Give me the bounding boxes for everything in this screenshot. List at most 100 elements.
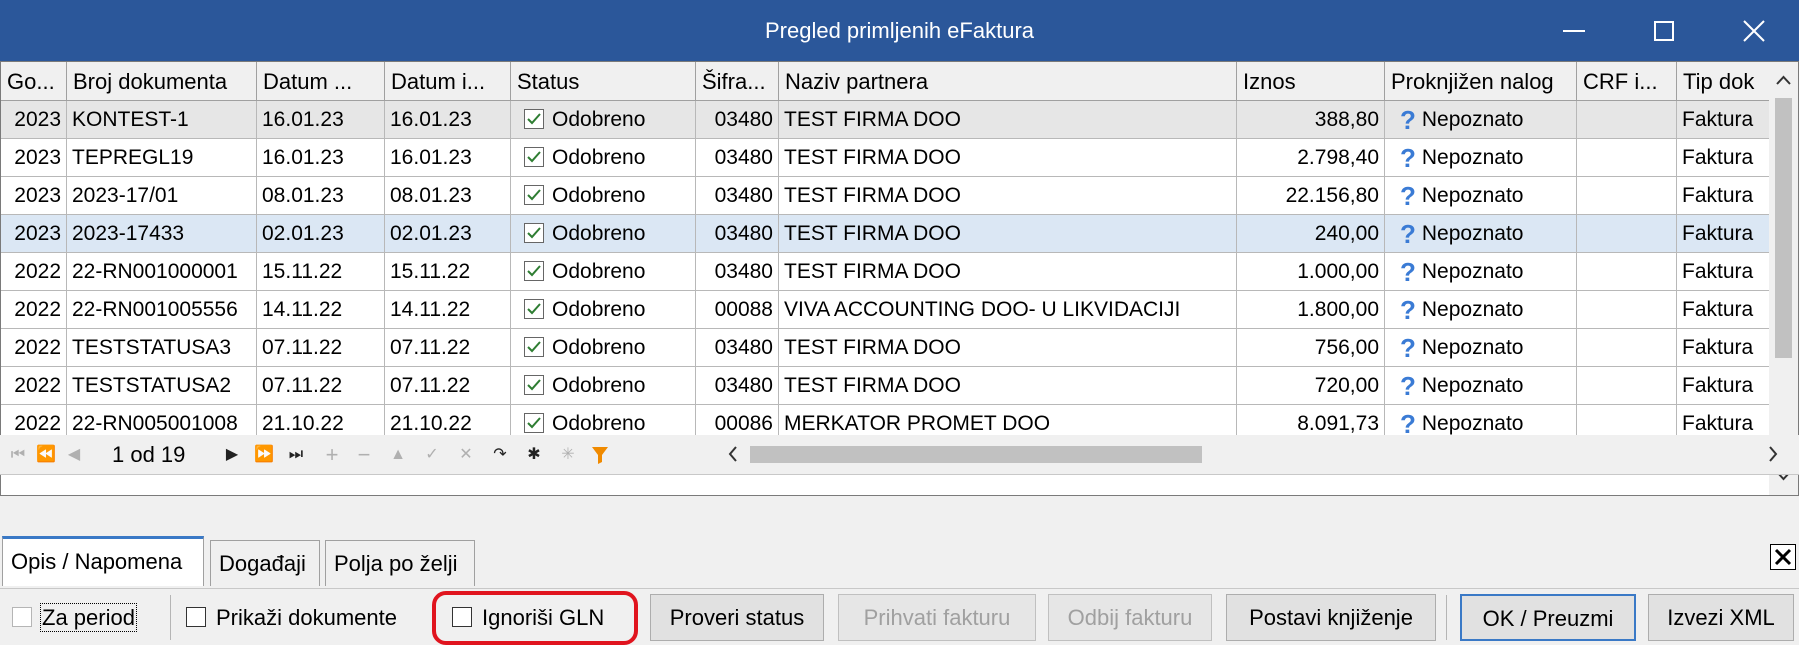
table-row[interactable]: 2022 TESTSTATUSA3 07.11.22 07.11.22 Odobreno… (1, 329, 1771, 367)
first-page-icon[interactable]: ⏮ (4, 441, 32, 469)
chevron-right-icon[interactable] (1758, 437, 1788, 471)
za-period-checkbox[interactable]: Za period (12, 589, 137, 646)
maximize-icon (1654, 21, 1674, 41)
proveri-status-button[interactable]: Proveri status (650, 594, 824, 641)
last-page-icon[interactable]: ⏭ (282, 441, 310, 469)
column-header[interactable]: Datum i... (385, 62, 511, 101)
cell-godina: 2022 (1, 291, 67, 328)
close-panel-button[interactable] (1770, 544, 1796, 570)
add-record-icon[interactable]: + (318, 441, 346, 469)
prikazi-dokumente-checkbox[interactable]: Prikaži dokumente (186, 589, 397, 646)
edit-record-icon[interactable]: ▲ (384, 441, 412, 469)
column-header[interactable]: Šifra... (696, 62, 779, 101)
chevron-up-icon (1776, 75, 1791, 85)
refresh-icon[interactable]: ↷ (486, 441, 514, 469)
prev-block-icon[interactable]: ⏪ (32, 441, 60, 469)
cell-datum: 02.01.23 (257, 215, 385, 252)
column-header[interactable]: Datum ... (257, 62, 385, 101)
table-row[interactable]: 2023 2023-17/01 08.01.23 08.01.23 Odobreno 03… (1, 177, 1771, 215)
izvezi-xml-button[interactable]: Izvezi XML (1648, 594, 1794, 641)
maximize-button[interactable] (1619, 0, 1709, 61)
separator (1446, 595, 1447, 640)
next-block-icon[interactable]: ⏩ (250, 441, 278, 469)
cell-sifra: 03480 (696, 139, 779, 176)
column-header[interactable]: Iznos (1237, 62, 1385, 101)
cell-godina: 2022 (1, 329, 67, 366)
vertical-scroll-thumb[interactable] (1775, 98, 1792, 358)
odbij-fakturu-button[interactable]: Odbij fakturu (1048, 594, 1212, 641)
tab-polja-po-zelji[interactable]: Polja po želji (325, 540, 475, 586)
table-row[interactable]: 2023 2023-17433 02.01.23 02.01.23 Odobreno 03… (1, 215, 1771, 253)
cell-datum: 08.01.23 (257, 177, 385, 214)
column-header[interactable]: Proknjižen nalog (1385, 62, 1577, 101)
cell-datum-i: 16.01.23 (385, 139, 511, 176)
post-record-icon[interactable]: ✓ (418, 441, 446, 469)
cell-naziv-partnera: TEST FIRMA DOO (779, 101, 1237, 138)
cell-naziv-partnera: TEST FIRMA DOO (779, 367, 1237, 404)
vertical-scrollbar[interactable] (1769, 62, 1798, 495)
status-check-icon (524, 336, 544, 357)
tab-dogadjaji[interactable]: Događaji (210, 540, 320, 586)
asterisk-icon[interactable]: ✱ (520, 441, 548, 469)
status-text: Odobreno (552, 260, 646, 283)
prihvati-fakturu-button[interactable]: Prihvati fakturu (838, 594, 1036, 641)
postavi-knjizenje-button[interactable]: Postavi knjiženje (1226, 594, 1436, 641)
nalog-text: Nepoznato (1421, 374, 1524, 397)
cell-broj-dokumenta: TEPREGL19 (67, 139, 257, 176)
cell-proknjizen-nalog: ?Nepoznato (1385, 253, 1577, 290)
scroll-up-button[interactable] (1769, 64, 1798, 96)
cell-proknjizen-nalog: ?Nepoznato (1385, 101, 1577, 138)
cell-sifra: 00088 (696, 291, 779, 328)
invoice-grid[interactable]: Go... Broj dokumenta Datum ... Datum i... St… (0, 61, 1799, 496)
horizontal-scroll-thumb[interactable] (750, 446, 1202, 463)
tab-opis-napomena[interactable]: Opis / Napomena (2, 536, 204, 586)
cell-datum: 14.11.22 (257, 291, 385, 328)
filter-icon[interactable] (586, 441, 614, 469)
title-bar: Pregled primljenih eFaktura (0, 0, 1799, 61)
column-header[interactable]: Go... (1, 62, 67, 101)
cell-proknjizen-nalog: ?Nepoznato (1385, 367, 1577, 404)
clear-asterisk-icon[interactable]: ✳ (554, 441, 582, 469)
cell-naziv-partnera: VIVA ACCOUNTING DOO- U LIKVIDACIJI (779, 291, 1237, 328)
scroll-right-arrow (1769, 446, 1778, 462)
cell-iznos: 388,80 (1237, 101, 1385, 138)
next-page-icon[interactable]: ▶ (218, 441, 246, 469)
cell-crf (1577, 291, 1677, 328)
cell-datum-i: 07.11.22 (385, 329, 511, 366)
column-header[interactable]: Tip dok (1677, 62, 1771, 101)
status-check-icon (524, 260, 544, 281)
minimize-button[interactable] (1529, 0, 1619, 61)
prev-page-icon[interactable]: ◀ (60, 441, 88, 469)
prikazi-dokumente-label: Prikaži dokumente (216, 605, 397, 630)
column-header[interactable]: Naziv partnera (779, 62, 1237, 101)
cell-godina: 2023 (1, 139, 67, 176)
chevron-left-icon[interactable] (718, 437, 748, 471)
table-row[interactable]: 2022 22-RN001005556 14.11.22 14.11.22 Odobre… (1, 291, 1771, 329)
cell-broj-dokumenta: TESTSTATUSA2 (67, 367, 257, 404)
column-header[interactable]: Status (511, 62, 696, 101)
cell-crf (1577, 367, 1677, 404)
table-row[interactable]: 2022 22-RN001000001 15.11.22 15.11.22 Odobre… (1, 253, 1771, 291)
grid-body[interactable]: 2023 KONTEST-1 16.01.23 16.01.23 Odobreno 034… (1, 101, 1771, 461)
table-row[interactable]: 2023 TEPREGL19 16.01.23 16.01.23 Odobreno 034… (1, 139, 1771, 177)
close-window-button[interactable] (1709, 0, 1799, 61)
cell-sifra: 03480 (696, 253, 779, 290)
prikazi-dokumente-box[interactable] (186, 607, 206, 628)
table-row[interactable]: 2023 KONTEST-1 16.01.23 16.01.23 Odobreno 034… (1, 101, 1771, 139)
column-header[interactable]: Broj dokumenta (67, 62, 257, 101)
ok-preuzmi-button[interactable]: OK / Preuzmi (1460, 594, 1636, 641)
cell-crf (1577, 139, 1677, 176)
za-period-box[interactable] (12, 607, 32, 628)
cell-iznos: 1.800,00 (1237, 291, 1385, 328)
nalog-text: Nepoznato (1421, 298, 1524, 321)
table-row[interactable]: 2022 TESTSTATUSA2 07.11.22 07.11.22 Odobreno… (1, 367, 1771, 405)
horizontal-scrollbar[interactable] (718, 437, 1788, 471)
delete-record-icon[interactable]: − (350, 441, 378, 469)
status-text: Odobreno (552, 184, 646, 207)
cell-status: Odobreno (511, 329, 696, 366)
cell-proknjizen-nalog: ?Nepoznato (1385, 329, 1577, 366)
column-header[interactable]: CRF i... (1577, 62, 1677, 101)
cell-status: Odobreno (511, 253, 696, 290)
cancel-record-icon[interactable]: ✕ (452, 441, 480, 469)
close-icon (1743, 20, 1765, 42)
